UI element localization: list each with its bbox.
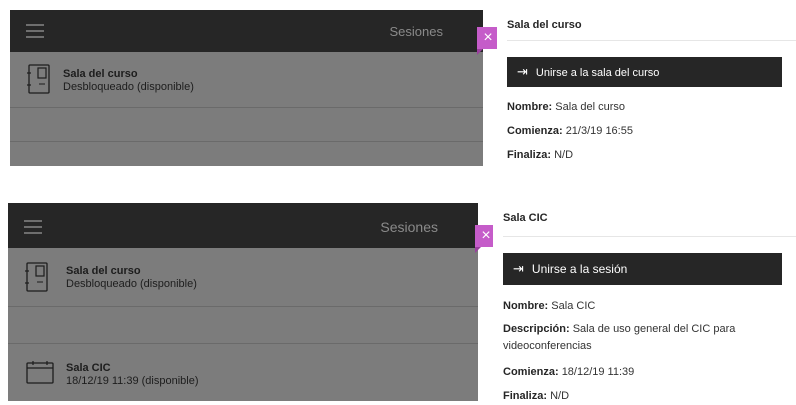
session-row-text: Sala CIC 18/12/19 11:39 (disponible) [66, 362, 199, 388]
sessions-list-pane: Sesiones Sala del curso Desbloqueado (di… [10, 10, 483, 166]
hamburger-menu-icon[interactable] [26, 24, 44, 42]
session-name: Sala del curso [63, 68, 138, 80]
join-button[interactable]: ⇥ Unirse a la sesión [503, 253, 782, 285]
panel-title: Sala CIC [503, 212, 548, 224]
close-icon[interactable]: × [477, 27, 499, 55]
session-status: Desbloqueado (disponible) [63, 81, 194, 93]
divider [507, 40, 796, 41]
detail-comienza: Comienza: 21/3/19 16:55 [507, 123, 782, 140]
detail-value: 21/3/19 16:55 [565, 125, 633, 137]
screenshot-bottom: Sesiones Sala del curso Desbloqueado (di… [0, 203, 796, 402]
detail-label: Comienza: [507, 125, 563, 137]
topbar-title: Sesiones [389, 24, 443, 39]
screenshot-top: Sesiones Sala del curso Desbloqueado (di… [0, 0, 796, 166]
detail-value: N/D [550, 390, 570, 402]
detail-label: Comienza: [503, 366, 559, 378]
session-row-sala-del-curso[interactable]: Sala del curso Desbloqueado (disponible) [8, 248, 478, 307]
detail-value: Sala CIC [551, 300, 596, 312]
session-status: Desbloqueado (disponible) [66, 278, 197, 290]
session-name: Sala CIC [66, 362, 111, 374]
sessions-list-pane: Sesiones Sala del curso Desbloqueado (di… [8, 203, 478, 401]
detail-label: Descripción: [503, 323, 570, 335]
empty-row [10, 108, 483, 142]
session-row-sala-del-curso[interactable]: Sala del curso Desbloqueado (disponible) [10, 52, 483, 108]
detail-nombre: Nombre: Sala del curso [507, 99, 782, 116]
detail-label: Nombre: [507, 101, 553, 113]
detail-value: 18/12/19 11:39 [561, 366, 635, 378]
detail-label: Finaliza: [503, 390, 548, 402]
sessions-topbar: Sesiones [10, 10, 483, 52]
hamburger-menu-icon[interactable] [24, 220, 42, 238]
empty-row [8, 307, 478, 344]
calendar-icon [26, 361, 54, 384]
session-details-panel: Sala del curso ⇥ Unirse a la sala del cur… [497, 10, 796, 166]
detail-value: N/D [554, 149, 574, 161]
detail-value: Sala del curso [555, 101, 626, 113]
panel-title: Sala del curso [507, 19, 582, 31]
session-details-panel: Sala CIC ⇥ Unirse a la sesión Nombre: Sal… [493, 203, 796, 402]
detail-label: Nombre: [503, 300, 549, 312]
session-status: 18/12/19 11:39 (disponible) [66, 375, 199, 387]
detail-comienza: Comienza: 18/12/19 11:39 [503, 364, 782, 381]
join-button[interactable]: ⇥ Unirse a la sala del curso [507, 57, 782, 87]
session-row-text: Sala del curso Desbloqueado (disponible) [63, 68, 194, 94]
enter-icon: ⇥ [517, 64, 528, 79]
detail-label: Finaliza: [507, 149, 552, 161]
session-row-sala-cic[interactable]: Sala CIC 18/12/19 11:39 (disponible) [8, 344, 478, 401]
detail-finaliza: Finaliza: N/D [503, 388, 782, 405]
sessions-topbar: Sesiones [8, 203, 478, 248]
detail-nombre: Nombre: Sala CIC [503, 298, 782, 315]
join-button-label: Unirse a la sala del curso [535, 67, 660, 79]
topbar-title: Sesiones [380, 219, 438, 235]
detail-finaliza: Finaliza: N/D [507, 147, 782, 164]
enter-icon: ⇥ [513, 261, 524, 276]
divider [503, 236, 796, 237]
phone-book-icon [25, 262, 48, 292]
detail-descripcion: Descripción: Sala de uso general del CIC… [503, 321, 782, 355]
join-button-label: Unirse a la sesión [531, 262, 628, 276]
phone-book-icon [27, 64, 50, 94]
session-row-text: Sala del curso Desbloqueado (disponible) [66, 265, 197, 291]
session-name: Sala del curso [66, 265, 141, 277]
